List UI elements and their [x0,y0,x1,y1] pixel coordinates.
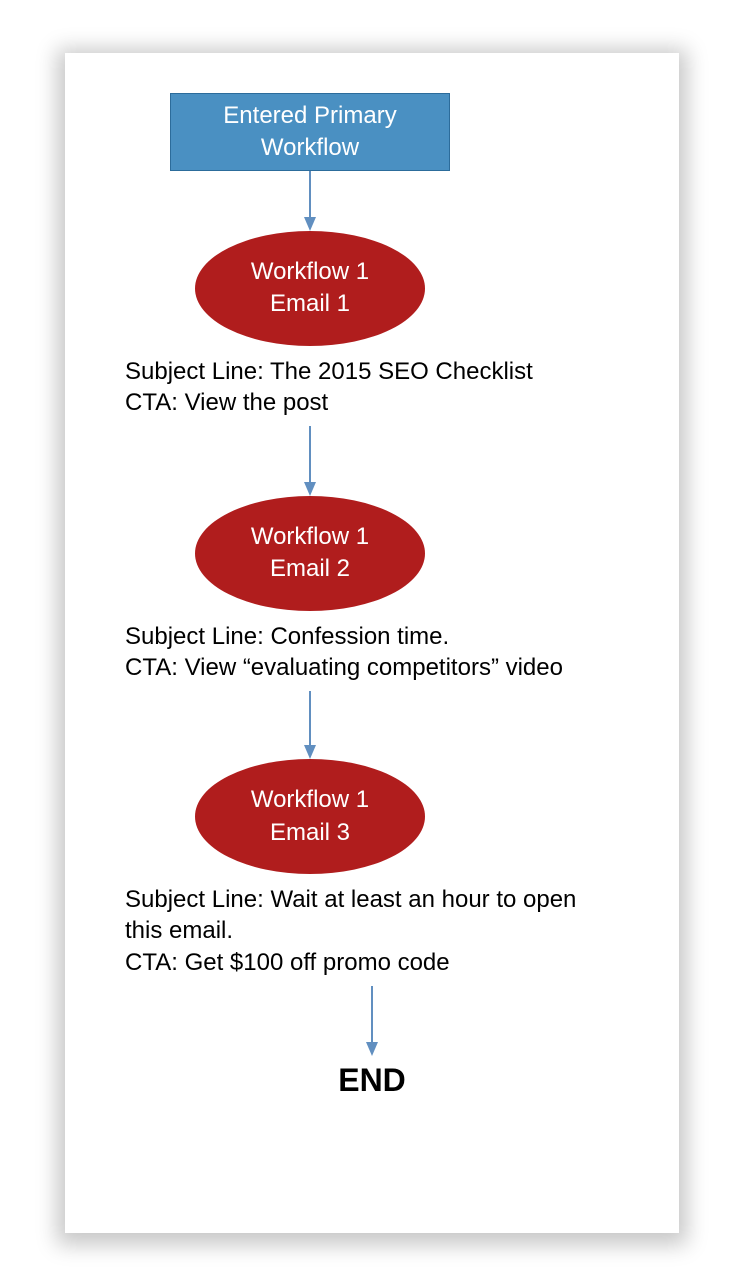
cta-3: Get $100 off promo code [185,949,450,976]
email2-line2: Email 2 [270,553,350,585]
start-line1: Entered Primary [223,100,396,131]
email2-desc: Subject Line: Confession time. CTA: View… [125,621,619,683]
cta-label-2: CTA: [125,654,185,681]
subject-label-1: Subject Line: [125,358,270,385]
cta-label-1: CTA: [125,389,185,416]
email1-node: Workflow 1 Email 1 [195,231,425,346]
arrow-1 [170,171,450,231]
cta-2: View “evaluating competitors” video [185,654,563,681]
email2-line1: Workflow 1 [251,521,369,553]
subject-1: The 2015 SEO Checklist [270,358,533,385]
email1-line2: Email 1 [270,288,350,320]
arrow-4 [125,986,619,1056]
email1-line1: Workflow 1 [251,256,369,288]
arrow-2 [170,426,450,496]
arrow-3 [170,691,450,759]
start-node: Entered Primary Workflow [170,93,450,171]
email3-line1: Workflow 1 [251,784,369,816]
end-node: END [125,1062,619,1099]
subject-label-2: Subject Line: [125,623,270,650]
subject-2: Confession time. [270,623,449,650]
email3-line2: Email 3 [270,817,350,849]
subject-label-3: Subject Line: [125,886,270,913]
email3-node: Workflow 1 Email 3 [195,759,425,874]
email1-desc: Subject Line: The 2015 SEO Checklist CTA… [125,356,619,418]
email2-node: Workflow 1 Email 2 [195,496,425,611]
cta-1: View the post [185,389,329,416]
flowchart-card: Entered Primary Workflow Workflow 1 Emai… [65,53,679,1233]
cta-label-3: CTA: [125,949,185,976]
email3-desc: Subject Line: Wait at least an hour to o… [125,884,619,978]
start-line2: Workflow [261,132,359,163]
